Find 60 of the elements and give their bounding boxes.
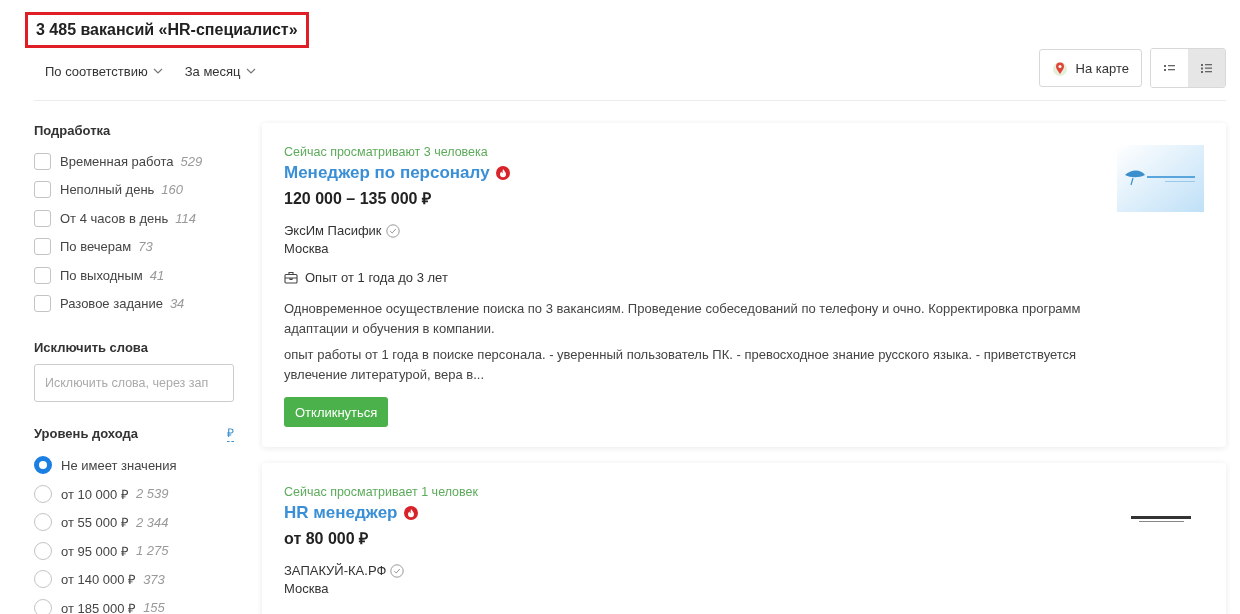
salary: 120 000 – 135 000 ₽	[284, 189, 432, 209]
option-label: Неполный день	[60, 182, 155, 198]
option-label: От 4 часов в день	[60, 210, 169, 226]
option-count: 155	[143, 600, 165, 614]
option-count: 373	[143, 571, 165, 587]
option-label: По выходным	[60, 267, 143, 283]
vacancy-title-link[interactable]: Менеджер по персоналу	[284, 163, 490, 183]
radio-button[interactable]	[34, 456, 52, 475]
company-name: ЭксИм Пасифик	[284, 223, 382, 238]
option-label: от 10 000 ₽	[61, 485, 129, 503]
option-label: от 140 000 ₽	[61, 571, 137, 589]
sort-dropdown[interactable]: За месяц	[184, 63, 256, 79]
option-count: 1 275	[135, 543, 169, 559]
briefcase-icon	[284, 271, 298, 284]
vacancy-description: Одновременное осуществление поиска по 3 вакансиям. Проведение собеседований по телефону и очно. Корректировка программ адаптации и обучения в компании.	[284, 300, 1082, 338]
apply-button[interactable]: Откликнуться	[284, 397, 389, 427]
option-label: Временная работа	[60, 153, 174, 169]
checkbox[interactable]	[34, 295, 51, 313]
vacancy-requirements: опыт работы от 1 года в поиске персонала. - уверенный пользователь ПК. - превосходное знание русского языка. - приветствуется увлечение литературой, вера в...	[284, 346, 1078, 384]
checkbox[interactable]	[34, 152, 51, 170]
option-label: от 185 000 ₽	[61, 599, 137, 614]
option-label: По вечерам	[60, 239, 132, 255]
checkbox[interactable]	[34, 266, 51, 284]
option-count: 114	[175, 210, 196, 226]
option-label: от 55 000 ₽	[61, 514, 129, 532]
list-icon	[1200, 62, 1213, 74]
option-count: 41	[149, 267, 165, 283]
currency-link[interactable]: ₽	[227, 424, 234, 442]
option-label: Разовое задание	[60, 296, 163, 312]
map-pin-icon	[1051, 60, 1068, 76]
company-name: ЗАПАКУЙ-КА.РФ	[284, 563, 387, 578]
salary: от 80 000 ₽	[284, 529, 370, 549]
option-count: 2 539	[135, 486, 169, 502]
option-count: 73	[138, 239, 153, 255]
list-icon	[1163, 62, 1176, 74]
option-label: Не имеет значения	[61, 457, 177, 473]
map-button[interactable]: На карте	[1038, 49, 1142, 87]
viewers-note: Сейчас просматривают 3 человека	[284, 145, 489, 159]
option-count: 2 344	[135, 514, 169, 530]
city: Москва	[284, 241, 330, 256]
city: Москва	[284, 581, 330, 596]
option-count: 529	[180, 153, 203, 169]
viewers-note: Сейчас просматривает 1 человек	[284, 485, 479, 499]
sort-dropdown[interactable]: По соответствию	[45, 63, 163, 79]
option-label: от 95 000 ₽	[61, 542, 129, 560]
exclude-words-field[interactable]: Исключить слова, через зап	[34, 364, 234, 402]
checkbox[interactable]	[34, 238, 51, 256]
option-count: 160	[161, 182, 184, 198]
checkbox[interactable]	[34, 209, 51, 227]
checkbox[interactable]	[34, 181, 51, 199]
chevron-down-icon	[152, 67, 163, 75]
page-title: 3 485 вакансий «HR-специалист»	[25, 12, 309, 48]
detailed-list-button[interactable]	[1188, 49, 1225, 87]
option-count: 34	[169, 296, 185, 312]
filter-heading: Подработка	[34, 123, 112, 138]
experience-text: Опыт от 1 года до 3 лет	[305, 270, 448, 285]
filter-heading: Исключить слова	[34, 340, 149, 355]
filter-heading: Уровень дохода	[34, 425, 138, 441]
chevron-down-icon	[245, 67, 256, 75]
vacancy-title-link[interactable]: HR менеджер	[284, 503, 398, 523]
